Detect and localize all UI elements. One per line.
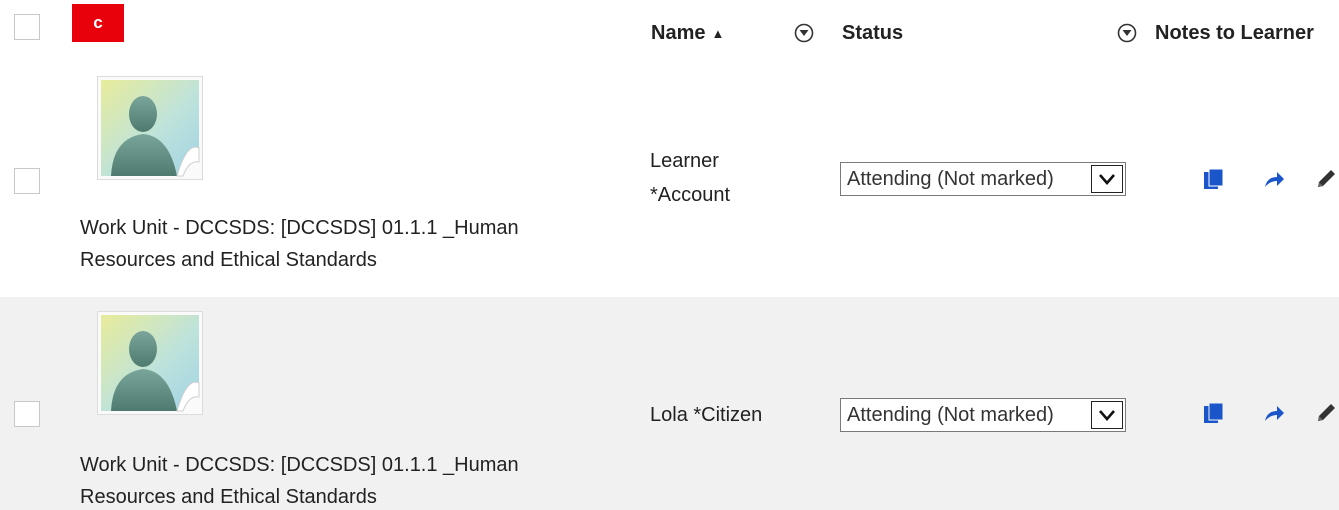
learner-list: c Name ▲ Status Notes to Learner Work Un… — [0, 0, 1339, 510]
header-badge: c — [72, 4, 124, 42]
chevron-down-icon[interactable] — [1091, 165, 1123, 193]
share-arrow-icon[interactable] — [1262, 167, 1286, 191]
table-row: Work Unit - DCCSDS: [DCCSDS] 01.1.1 _Hum… — [0, 62, 1339, 297]
select-all-checkbox[interactable] — [14, 14, 40, 40]
pencil-icon[interactable] — [1314, 401, 1338, 425]
copy-icon[interactable] — [1202, 167, 1226, 191]
work-unit-text: Work Unit - DCCSDS: [DCCSDS] 01.1.1 _Hum… — [80, 449, 600, 510]
status-select-value: Attending (Not marked) — [847, 404, 1054, 426]
work-unit-line: Work Unit - DCCSDS: [DCCSDS] 01.1.1 _Hum… — [80, 454, 519, 476]
status-column-header[interactable]: Status — [842, 22, 903, 45]
learner-name-line: Lola *Citizen — [650, 404, 763, 426]
table-header: c Name ▲ Status Notes to Learner — [0, 0, 1339, 64]
sort-ascending-icon: ▲ — [711, 26, 725, 41]
notes-filter-icon[interactable] — [1117, 23, 1137, 43]
share-arrow-icon[interactable] — [1262, 401, 1286, 425]
status-filter-icon[interactable] — [794, 23, 814, 43]
status-select-value: Attending (Not marked) — [847, 168, 1054, 190]
row-checkbox[interactable] — [14, 401, 40, 427]
work-unit-line: Resources and Ethical Standards — [80, 249, 377, 271]
status-select[interactable]: Attending (Not marked) — [840, 398, 1126, 432]
name-column-header[interactable]: Name ▲ — [651, 22, 724, 45]
learner-name-link[interactable]: Learner *Account — [650, 144, 800, 212]
work-unit-text: Work Unit - DCCSDS: [DCCSDS] 01.1.1 _Hum… — [80, 212, 600, 276]
chevron-down-icon[interactable] — [1091, 401, 1123, 429]
learner-name-line: *Account — [650, 184, 731, 206]
table-row: Work Unit - DCCSDS: [DCCSDS] 01.1.1 _Hum… — [0, 297, 1339, 510]
name-column-label: Name — [651, 22, 706, 44]
pencil-icon[interactable] — [1314, 167, 1338, 191]
status-select[interactable]: Attending (Not marked) — [840, 162, 1126, 196]
learner-name-line: Learner — [650, 150, 719, 172]
notes-column-header[interactable]: Notes to Learner — [1155, 22, 1314, 45]
work-unit-line: Work Unit - DCCSDS: [DCCSDS] 01.1.1 _Hum… — [80, 217, 519, 239]
learner-name-link[interactable]: Lola *Citizen — [650, 398, 800, 432]
work-unit-line: Resources and Ethical Standards — [80, 486, 377, 508]
avatar-placeholder-icon — [97, 311, 203, 415]
row-checkbox[interactable] — [14, 168, 40, 194]
avatar-placeholder-icon — [97, 76, 203, 180]
copy-icon[interactable] — [1202, 401, 1226, 425]
